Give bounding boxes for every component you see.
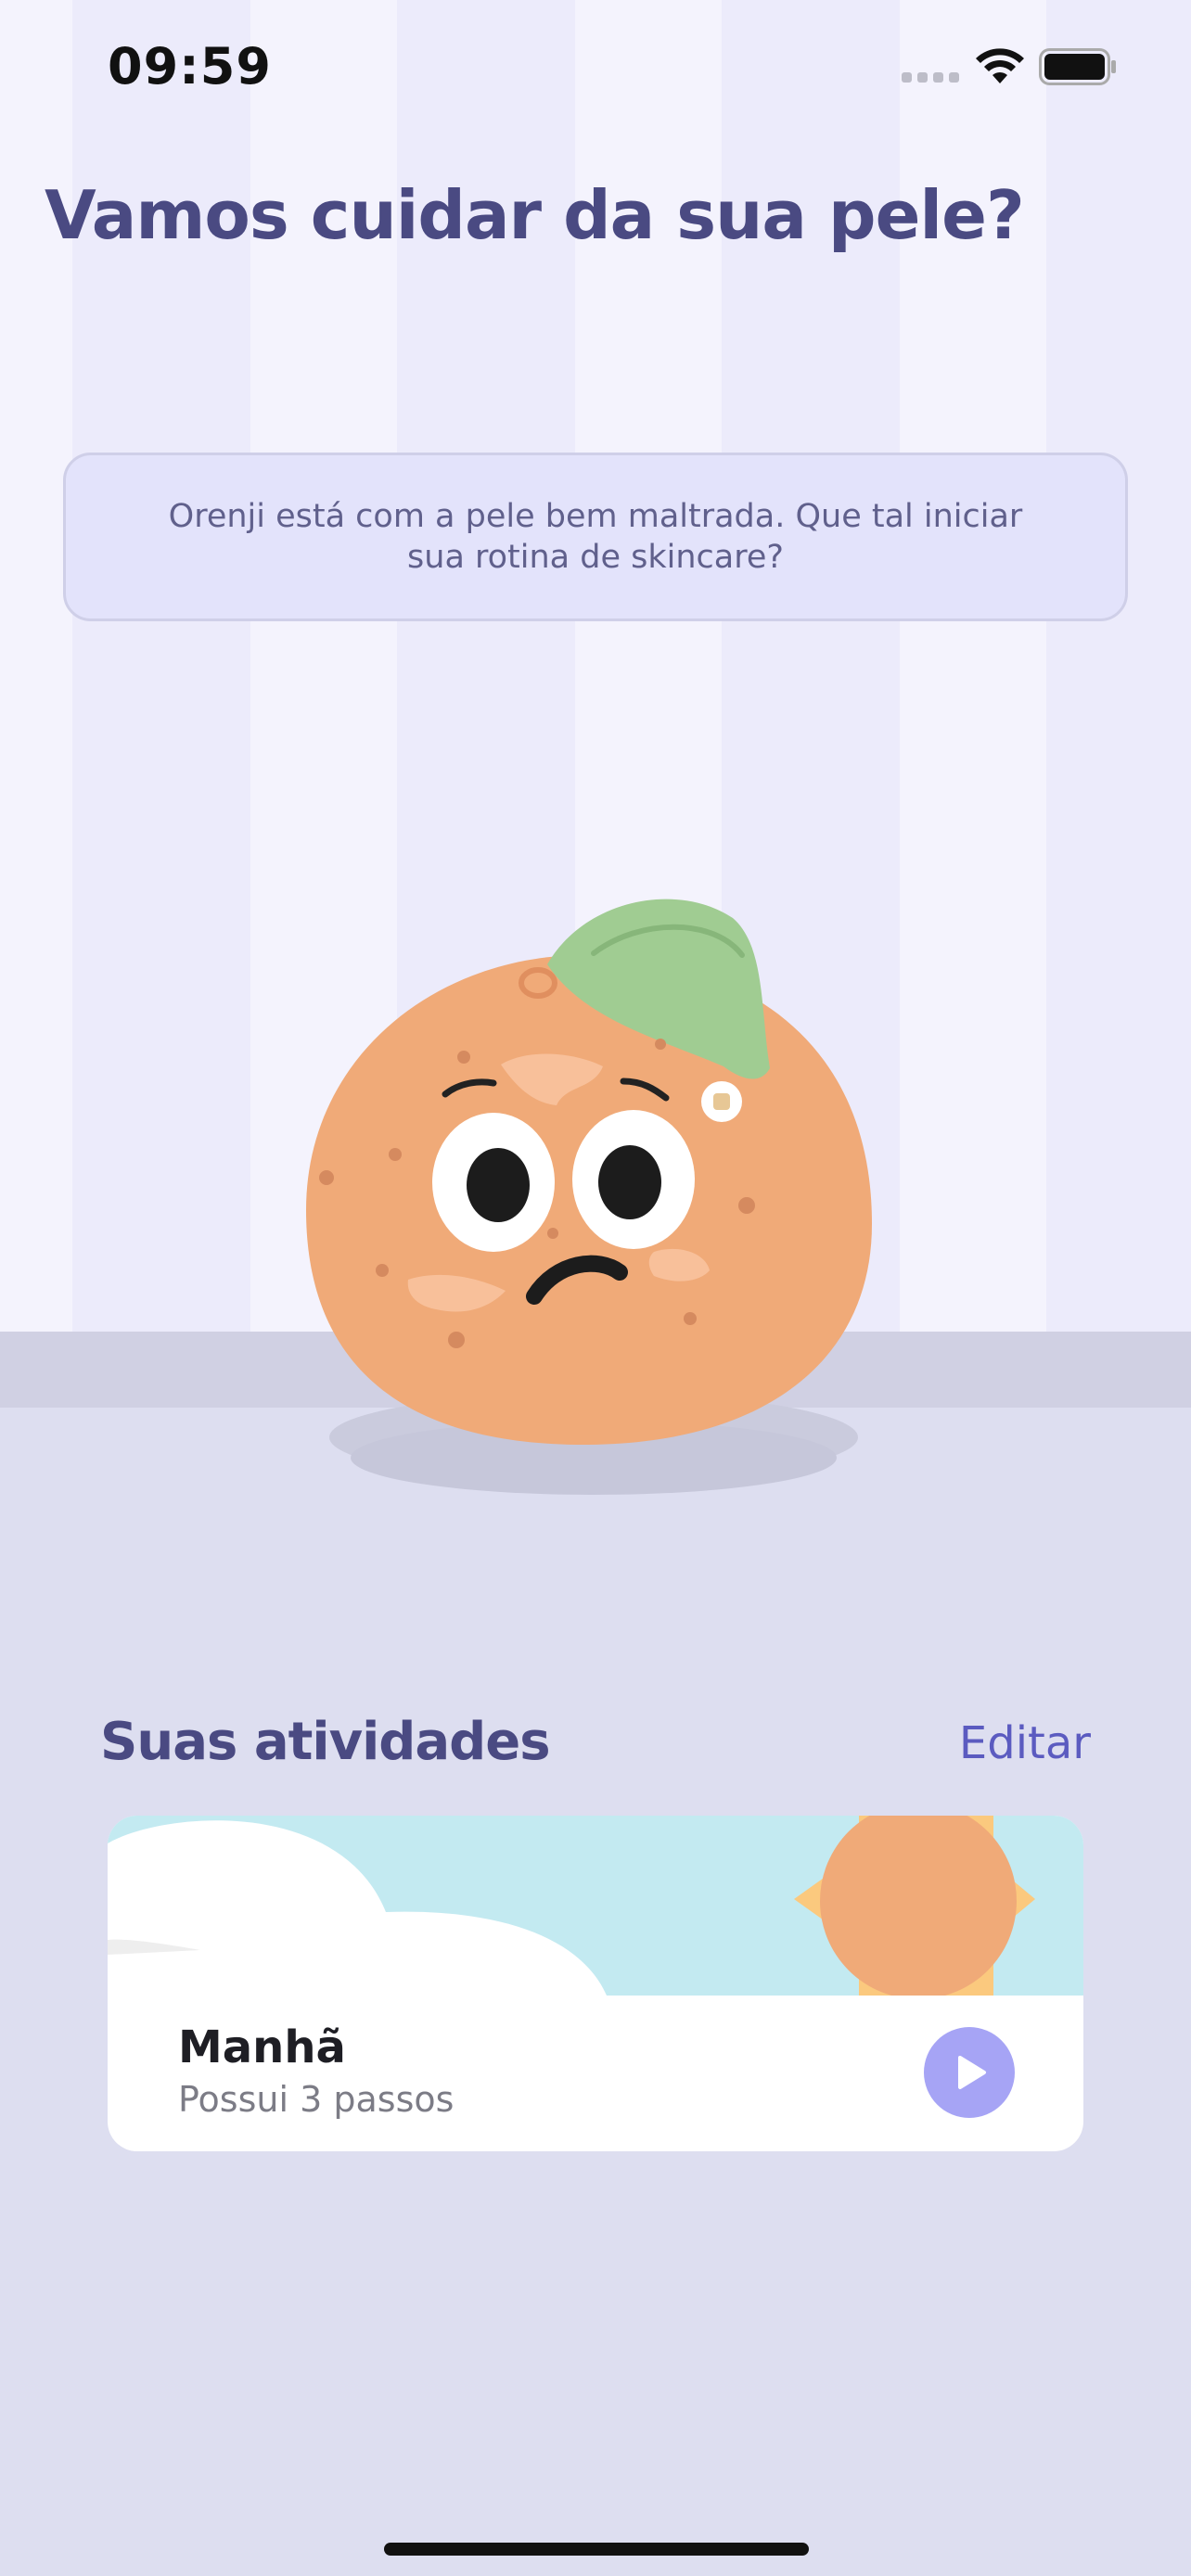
battery-icon [1039,48,1116,85]
status-time: 09:59 [108,37,272,96]
activity-subtitle: Possui 3 passos [178,2079,455,2120]
home-indicator[interactable] [384,2543,809,2556]
signal-icon [902,72,959,83]
speech-bubble-text: Orenji está com a pele bem maltrada. Que… [168,498,1023,576]
edit-button[interactable]: Editar [959,1717,1091,1769]
play-button[interactable] [924,2027,1015,2118]
status-bar: 09:59 [0,0,1191,130]
play-icon [958,2056,986,2089]
activity-title: Manhã [178,2021,346,2073]
wifi-icon [976,48,1024,83]
activity-card-morning[interactable]: Manhã Possui 3 passos [108,1816,1083,2151]
morning-banner-illustration [108,1816,1083,1996]
activities-section-title: Suas atividades [100,1712,551,1772]
orange-mascot [306,899,872,1495]
speech-bubble: Orenji está com a pele bem maltrada. Que… [63,453,1128,621]
page-title: Vamos cuidar da sua pele? [45,176,1025,254]
